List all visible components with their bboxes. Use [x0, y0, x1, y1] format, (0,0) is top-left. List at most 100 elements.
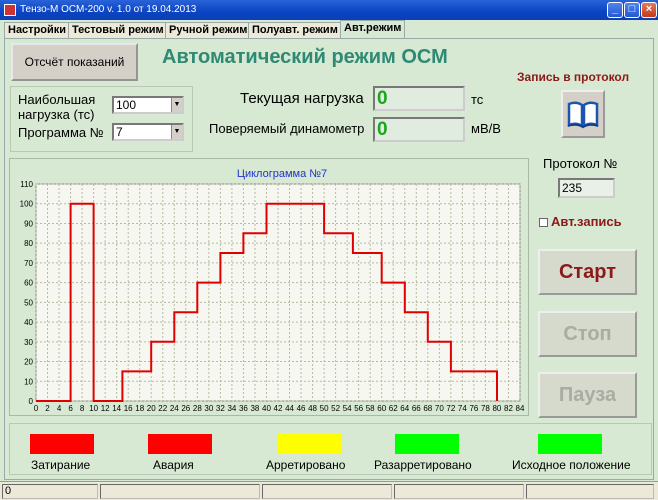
max-load-select[interactable]: 100 ▼: [112, 96, 184, 114]
x-tick-label: 54: [343, 404, 352, 413]
max-load-label-1: Наибольшая: [18, 92, 96, 107]
x-tick-label: 74: [458, 404, 467, 413]
current-load-unit: тс: [471, 92, 484, 107]
x-tick-label: 80: [492, 404, 501, 413]
x-tick-label: 6: [68, 404, 73, 413]
tab-manual-mode[interactable]: Ручной режим: [165, 22, 252, 39]
title-bar[interactable]: Тензо-М ОСМ-200 v. 1.0 от 19.04.2013 _ □…: [0, 0, 658, 20]
status-bar: 0: [0, 481, 658, 500]
current-load-label: Текущая нагрузка: [240, 90, 364, 107]
y-tick-label: 40: [24, 318, 33, 327]
x-tick-label: 12: [101, 404, 110, 413]
status-field-4: [394, 484, 524, 499]
program-select[interactable]: 7 ▼: [112, 123, 184, 141]
x-tick-label: 56: [354, 404, 363, 413]
cyclogram-chart: Циклограмма №7 0 10 20 30 40 50 60 70 80 90 100 110…: [9, 158, 529, 416]
tab-auto-mode[interactable]: Авт.режим: [340, 20, 406, 39]
x-tick-label: 28: [193, 404, 202, 413]
arrested-label: Арретировано: [266, 458, 346, 472]
app-icon: [4, 4, 16, 16]
x-tick-label: 2: [45, 404, 50, 413]
record-to-protocol-button[interactable]: [561, 90, 605, 138]
x-tick-label: 84: [516, 404, 525, 413]
tab-settings[interactable]: Настройки: [4, 22, 71, 39]
x-tick-label: 36: [239, 404, 248, 413]
book-icon: [567, 101, 599, 129]
x-tick-label: 48: [308, 404, 317, 413]
status-field-5: [526, 484, 654, 499]
program-value: 7: [116, 125, 123, 139]
wiping-indicator: [30, 434, 94, 454]
alarm-indicator: [148, 434, 212, 454]
record-title: Запись в протокол: [517, 70, 630, 84]
x-tick-label: 62: [389, 404, 398, 413]
released-indicator: [395, 434, 459, 454]
x-tick-label: 44: [285, 404, 294, 413]
y-tick-label: 100: [20, 200, 34, 209]
x-tick-label: 20: [147, 404, 156, 413]
y-tick-label: 60: [24, 279, 33, 288]
y-tick-label: 20: [24, 358, 33, 367]
protocol-number-input[interactable]: 235: [558, 178, 615, 198]
tab-test-mode[interactable]: Тестовый режим: [68, 22, 168, 39]
dynamometer-readout: 0: [373, 117, 465, 142]
status-field-2: [100, 484, 260, 499]
x-tick-label: 14: [112, 404, 121, 413]
chart-title: Циклограмма №7: [237, 168, 327, 180]
x-tick-label: 34: [227, 404, 236, 413]
y-axis-ticks: 0102030405060708090100110: [20, 180, 34, 406]
app-window: Тензо-М ОСМ-200 v. 1.0 от 19.04.2013 _ □…: [0, 0, 658, 500]
status-field-value: 0: [2, 484, 98, 499]
protocol-label: Протокол №: [543, 156, 618, 171]
y-tick-label: 90: [24, 219, 33, 228]
x-tick-label: 64: [400, 404, 409, 413]
x-tick-label: 8: [80, 404, 85, 413]
max-load-value: 100: [116, 98, 137, 112]
x-tick-label: 52: [331, 404, 340, 413]
program-label: Программа №: [18, 125, 104, 140]
y-tick-label: 110: [20, 180, 33, 189]
x-tick-label: 78: [481, 404, 490, 413]
minimize-button[interactable]: _: [607, 2, 623, 18]
current-load-readout: 0: [373, 86, 465, 111]
page-title: Автоматический режим ОСМ: [162, 46, 448, 68]
dynamometer-unit: мВ/В: [471, 121, 501, 136]
chevron-down-icon[interactable]: ▼: [171, 98, 182, 112]
x-tick-label: 4: [57, 404, 62, 413]
window-title: Тензо-М ОСМ-200 v. 1.0 от 19.04.2013: [20, 4, 197, 15]
tab-semi-auto-mode[interactable]: Полуавт. режим: [248, 22, 342, 39]
x-tick-label: 50: [320, 404, 329, 413]
close-button[interactable]: ×: [641, 2, 657, 18]
stop-button[interactable]: Стоп: [538, 311, 637, 357]
start-button[interactable]: Старт: [538, 249, 637, 295]
home-position-indicator: [538, 434, 602, 454]
y-tick-label: 70: [24, 259, 33, 268]
max-load-label-2: нагрузка (тс): [18, 107, 95, 122]
x-tick-label: 16: [124, 404, 133, 413]
y-tick-label: 50: [24, 298, 33, 307]
x-tick-label: 0: [34, 404, 39, 413]
x-tick-label: 76: [469, 404, 478, 413]
x-tick-label: 46: [297, 404, 306, 413]
y-tick-label: 10: [24, 377, 33, 386]
auto-record-label[interactable]: Авт.запись: [551, 214, 622, 229]
cyclogram-svg: Циклограмма №7 0 10 20 30 40 50 60 70 80 90 100 110…: [20, 168, 525, 413]
x-tick-label: 18: [135, 404, 144, 413]
wiping-label: Затирание: [31, 458, 91, 472]
arrested-indicator: [277, 434, 341, 454]
x-axis-ticks: 0 2 4 6 8 10 12 14 16 18 20 22 24 26 28 30 32 34 36 38 40 42 4…: [34, 404, 525, 413]
y-tick-label: 30: [24, 338, 33, 347]
x-tick-label: 40: [262, 404, 271, 413]
x-tick-label: 26: [181, 404, 190, 413]
x-tick-label: 30: [204, 404, 213, 413]
y-tick-label: 80: [24, 239, 33, 248]
x-tick-label: 60: [377, 404, 386, 413]
home-position-label: Исходное положение: [512, 458, 631, 472]
pause-button[interactable]: Пауза: [538, 372, 637, 418]
auto-record-checkbox[interactable]: [539, 218, 548, 227]
x-tick-label: 42: [274, 404, 283, 413]
alarm-label: Авария: [153, 458, 194, 472]
chevron-down-icon[interactable]: ▼: [171, 125, 182, 139]
report-button[interactable]: Отсчёт показаний: [11, 43, 138, 81]
maximize-button[interactable]: □: [624, 2, 640, 18]
